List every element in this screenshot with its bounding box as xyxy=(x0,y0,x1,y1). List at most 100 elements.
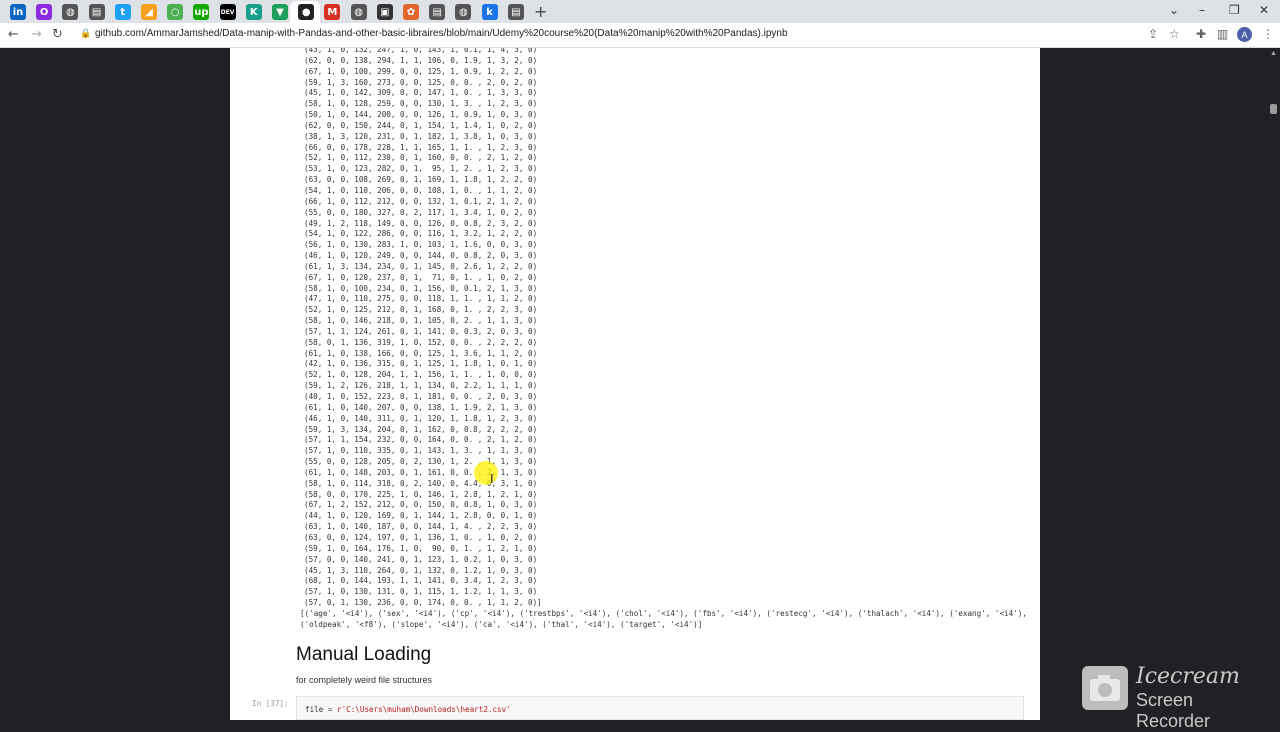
output-row: (67, 1, 0, 120, 237, 0, 1, 71, 0, 1. , 1… xyxy=(304,272,538,282)
output-row: (59, 1, 3, 160, 273, 0, 0, 125, 0, 0. , … xyxy=(304,77,538,87)
output-row: (56, 1, 0, 130, 283, 1, 0, 103, 1, 1.6, … xyxy=(304,240,538,250)
cursor-highlight xyxy=(474,461,498,485)
back-button[interactable]: ← xyxy=(8,27,19,42)
section-heading: Manual Loading xyxy=(296,644,432,665)
output-row: (66, 1, 0, 112, 212, 0, 0, 132, 1, 0.1, … xyxy=(304,196,538,206)
output-row: (54, 1, 0, 110, 206, 0, 0, 108, 1, 0. , … xyxy=(304,185,538,195)
output-row: (61, 1, 0, 148, 203, 0, 1, 161, 0, 0. , … xyxy=(304,467,538,477)
puzzle-app-icon[interactable]: ✿ xyxy=(403,4,419,20)
output-row: (55, 0, 0, 180, 327, 0, 2, 117, 1, 3.4, … xyxy=(304,207,538,217)
watermark-subtitle: Screen Recorder xyxy=(1136,690,1211,731)
output-row: (62, 0, 0, 138, 294, 1, 1, 106, 0, 1.9, … xyxy=(304,55,538,65)
output-row: (38, 1, 3, 120, 231, 0, 1, 182, 1, 3.8, … xyxy=(304,131,538,141)
code-string: r'C:\Users\muham\Downloads\heart2.csv' xyxy=(337,705,511,714)
output-row: (68, 1, 0, 144, 193, 1, 1, 141, 0, 3.4, … xyxy=(304,576,538,586)
forward-button[interactable]: → xyxy=(31,27,42,42)
globe-icon[interactable]: ◍ xyxy=(62,4,79,20)
output-row: (50, 1, 0, 144, 200, 0, 0, 126, 1, 0.9, … xyxy=(304,110,538,120)
output-row: (59, 1, 3, 134, 204, 0, 1, 162, 0, 0.8, … xyxy=(304,424,538,434)
new-tab-button[interactable]: + xyxy=(534,2,547,21)
document-icon[interactable]: ▤ xyxy=(429,4,446,20)
output-row: (52, 1, 0, 112, 230, 0, 1, 160, 0, 0. , … xyxy=(304,153,538,163)
green-ring-icon[interactable]: ○ xyxy=(167,4,184,20)
maximize-button[interactable]: ❐ xyxy=(1229,3,1240,17)
output-row: (44, 1, 0, 120, 169, 0, 1, 144, 1, 2.8, … xyxy=(304,511,538,521)
output-row: (63, 1, 0, 140, 187, 0, 0, 144, 1, 4. , … xyxy=(304,522,538,532)
output-row: (61, 1, 3, 134, 234, 0, 1, 145, 0, 2.6, … xyxy=(304,261,538,271)
output-row: (47, 1, 0, 110, 275, 0, 0, 118, 1, 1. , … xyxy=(304,294,538,304)
extensions-icon[interactable]: ✚ xyxy=(1196,27,1206,41)
output-row: (67, 1, 2, 152, 212, 0, 0, 150, 0, 0.8, … xyxy=(304,500,538,510)
document-icon[interactable]: ▤ xyxy=(507,4,524,20)
output-row: (61, 1, 0, 138, 166, 0, 0, 125, 1, 3.6, … xyxy=(304,348,538,358)
close-window-button[interactable]: ✕ xyxy=(1259,3,1269,17)
output-row: (67, 1, 0, 100, 299, 0, 0, 125, 1, 0.9, … xyxy=(304,66,538,76)
github-icon[interactable]: ● xyxy=(298,4,315,20)
tab-strip: in O ◍ ▤ t ◢ ○ up DEV K ▼ ● M ◍ ▣ ✿ ▤ ◍ k ▤ + ⌄ – ❐ ✕ xyxy=(0,0,1280,23)
bookmark-star-icon[interactable]: ☆ xyxy=(1169,27,1180,41)
code-variable: file = xyxy=(305,705,338,714)
k-app-icon[interactable]: k xyxy=(481,4,498,20)
dev-icon[interactable]: DEV xyxy=(219,4,236,20)
recorder-watermark: Icecream Screen Recorder xyxy=(1082,664,1272,731)
output-row: (58, 0, 1, 136, 319, 1, 0, 152, 0, 0. , … xyxy=(304,337,538,347)
menu-kebab-icon[interactable]: ⋮ xyxy=(1262,27,1274,41)
cell-prompt: In [37]: xyxy=(252,699,289,708)
output-row: (54, 1, 0, 122, 286, 0, 0, 116, 1, 3.2, … xyxy=(304,229,538,239)
address-bar[interactable]: github.com/AmmarJamshed/Data-manip-with-… xyxy=(95,28,788,39)
output-row: (63, 0, 0, 124, 197, 0, 1, 136, 1, 0. , … xyxy=(304,532,538,542)
section-description: for completely weird file structures xyxy=(296,675,433,685)
output-row: (45, 1, 0, 142, 309, 0, 0, 147, 1, 0. , … xyxy=(304,88,538,98)
book-icon[interactable]: ▣ xyxy=(376,4,393,20)
minimize-button[interactable]: – xyxy=(1199,3,1205,17)
output-row: (58, 1, 0, 114, 318, 0, 2, 140, 0, 4.4, … xyxy=(304,478,538,488)
output-row: (57, 0, 1, 130, 236, 0, 0, 174, 0, 0. , … xyxy=(304,598,542,608)
output-row: (58, 1, 0, 128, 259, 0, 0, 130, 1, 3. , … xyxy=(304,99,538,109)
teal-app-icon[interactable]: K xyxy=(245,4,262,20)
lock-icon[interactable]: 🔒 xyxy=(80,28,91,39)
output-row: (46, 1, 0, 120, 249, 0, 0, 144, 0, 0.8, … xyxy=(304,251,538,261)
output-row: (49, 1, 2, 118, 149, 0, 0, 126, 0, 0.8, … xyxy=(304,218,538,228)
scrollbar-thumb[interactable] xyxy=(1270,104,1277,114)
globe-icon[interactable]: ◍ xyxy=(455,4,472,20)
code-cell[interactable]: file = r'C:\Users\muham\Downloads\heart2… xyxy=(296,696,1024,720)
tab-search-icon[interactable]: ⌄ xyxy=(1169,3,1179,17)
document-icon[interactable]: ▤ xyxy=(88,4,105,20)
output-row: (58, 1, 0, 100, 234, 0, 1, 156, 0, 0.1, … xyxy=(304,283,538,293)
globe-icon[interactable]: ◍ xyxy=(350,4,367,20)
notebook-viewer: (43, 1, 0, 132, 247, 1, 0, 143, 1, 0.1, … xyxy=(230,48,1040,720)
scroll-up-arrow-icon[interactable]: ▲ xyxy=(1270,50,1277,57)
gmail-icon[interactable]: M xyxy=(324,4,341,20)
shield-icon[interactable]: ▼ xyxy=(272,4,288,20)
output-row: (52, 1, 0, 125, 212, 0, 1, 168, 0, 1. , … xyxy=(304,305,538,315)
output-row: (43, 1, 0, 132, 247, 1, 0, 143, 1, 0.1, … xyxy=(304,48,538,54)
browser-toolbar: ← → ↻ 🔒 github.com/AmmarJamshed/Data-man… xyxy=(0,23,1280,48)
output-row: (57, 1, 1, 124, 261, 0, 1, 141, 0, 0.3, … xyxy=(304,326,538,336)
opera-icon[interactable]: O xyxy=(36,4,53,20)
text-cursor-icon: I xyxy=(490,472,494,486)
linkedin-icon[interactable]: in xyxy=(10,4,26,20)
output-row: (52, 1, 0, 128, 204, 1, 1, 156, 1, 1. , … xyxy=(304,370,538,380)
output-row: (46, 1, 0, 140, 311, 0, 1, 120, 1, 1.8, … xyxy=(304,413,538,423)
page-margin-left xyxy=(0,48,230,720)
reload-button[interactable]: ↻ xyxy=(52,27,63,42)
output-row: (55, 0, 0, 128, 205, 0, 2, 130, 1, 2. , … xyxy=(304,457,538,467)
share-icon[interactable]: ⇪ xyxy=(1148,27,1158,41)
watermark-title: Icecream xyxy=(1136,664,1240,689)
output-row: (42, 1, 0, 136, 315, 0, 1, 125, 1, 1.8, … xyxy=(304,359,538,369)
twitter-icon[interactable]: t xyxy=(114,4,131,20)
output-row: (45, 1, 3, 110, 264, 0, 1, 132, 0, 1.2, … xyxy=(304,565,538,575)
output-row: (59, 1, 0, 164, 176, 1, 0, 90, 0, 1. , 1… xyxy=(304,543,538,553)
output-row: (58, 1, 0, 146, 218, 0, 1, 105, 0, 2. , … xyxy=(304,316,538,326)
profile-avatar[interactable]: A xyxy=(1237,27,1252,42)
output-row: (62, 0, 0, 150, 244, 0, 1, 154, 1, 1.4, … xyxy=(304,120,538,130)
output-row: (53, 1, 0, 123, 282, 0, 1, 95, 1, 2. , 1… xyxy=(304,164,538,174)
output-row: (63, 0, 0, 108, 269, 0, 1, 169, 1, 1.8, … xyxy=(304,175,538,185)
upwork-icon[interactable]: up xyxy=(193,4,210,20)
output-row: (61, 1, 0, 140, 207, 0, 0, 138, 1, 1.9, … xyxy=(304,402,538,412)
side-panel-icon[interactable]: ▥ xyxy=(1217,27,1228,41)
orange-app-icon[interactable]: ◢ xyxy=(141,4,157,20)
output-row: (59, 1, 2, 126, 218, 1, 1, 134, 0, 2.2, … xyxy=(304,381,538,391)
output-row: (57, 1, 0, 130, 131, 0, 1, 115, 1, 1.2, … xyxy=(304,587,538,597)
code-line: file = r'C:\Users\muham\Downloads\heart2… xyxy=(305,705,511,714)
